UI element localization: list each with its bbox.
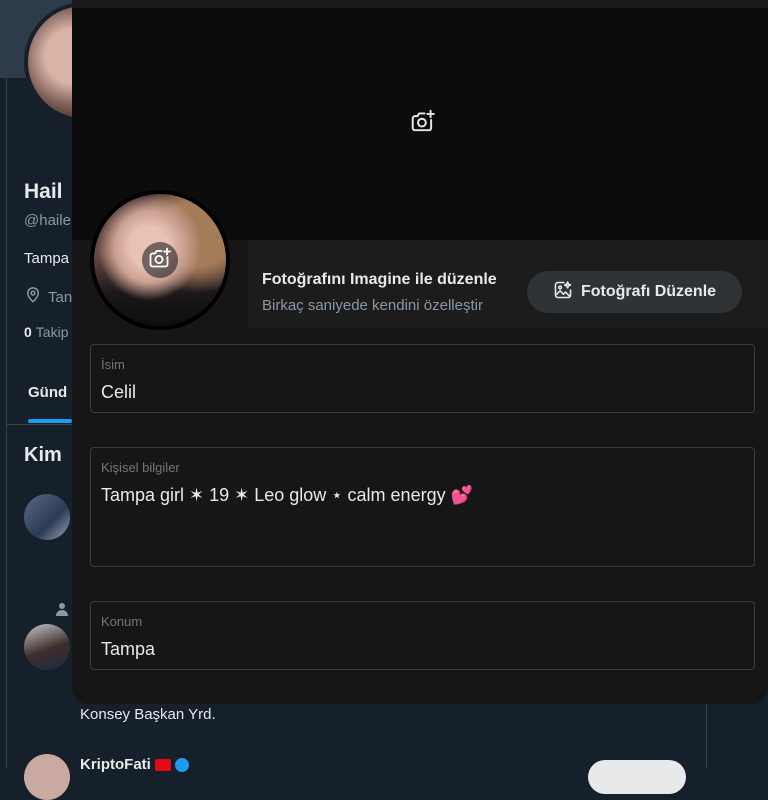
person-icon (56, 602, 68, 616)
imagine-subtitle: Birkaç saniyede kendini özelleştir (262, 297, 483, 314)
location-field[interactable]: Konum Tampa (90, 601, 755, 670)
bio-field[interactable]: Kişisel bilgiler Tampa girl ✶ 19 ✶ Leo g… (90, 447, 755, 567)
image-edit-icon (553, 280, 573, 305)
bio-textarea[interactable]: Tampa girl ✶ 19 ✶ Leo glow ⋆ calm energy… (101, 485, 473, 506)
camera-plus-icon (410, 108, 436, 139)
followers-stat[interactable]: 0 Takip (24, 324, 68, 340)
suggestion-avatar[interactable] (24, 754, 70, 800)
verified-badge-icon (174, 758, 189, 773)
profile-name: Hail (24, 180, 63, 203)
imagine-title: Fotoğrafını Imagine ile düzenle (262, 271, 497, 288)
edit-photo-button[interactable]: Fotoğrafı Düzenle (527, 271, 742, 313)
name-field[interactable]: İsim Celil (90, 344, 755, 413)
edit-photo-button-label: Fotoğrafı Düzenle (580, 283, 717, 300)
modal-header-strip (72, 0, 768, 8)
tab-posts[interactable]: Günd (28, 384, 67, 401)
profile-location: Tan (48, 288, 73, 306)
location-pin-icon (24, 286, 42, 308)
followers-count: 0 (24, 324, 32, 340)
profile-handle: @haile (24, 212, 71, 229)
profile-location-row: Tan (24, 286, 72, 308)
suggestion-name-text: KriptoFati (80, 756, 151, 773)
camera-plus-icon (148, 246, 172, 275)
name-input[interactable]: Celil (101, 382, 136, 403)
follow-button[interactable] (588, 760, 686, 794)
column-border-right (706, 700, 707, 768)
suggestion-description: Konsey Başkan Yrd. (80, 706, 216, 723)
edit-profile-modal: Fotoğrafını Imagine ile düzenle Birkaç s… (72, 0, 768, 704)
profile-bio: Tampa (24, 250, 70, 267)
location-field-label: Konum (101, 614, 143, 629)
name-field-label: İsim (101, 357, 125, 372)
suggestion-avatar[interactable] (24, 624, 70, 670)
suggestion-name[interactable]: KriptoFati (80, 756, 189, 773)
banner-add-photo-button[interactable] (408, 108, 438, 138)
who-to-follow-title: Kim (24, 444, 62, 466)
flag-icon (154, 759, 171, 772)
column-border (6, 78, 7, 768)
followers-label: Takip (35, 324, 69, 340)
suggestion-avatar[interactable] (24, 494, 70, 540)
location-input[interactable]: Tampa (101, 639, 155, 660)
tab-active-indicator (28, 419, 72, 423)
avatar-add-photo-button[interactable] (142, 242, 178, 278)
bio-field-label: Kişisel bilgiler (101, 460, 180, 475)
